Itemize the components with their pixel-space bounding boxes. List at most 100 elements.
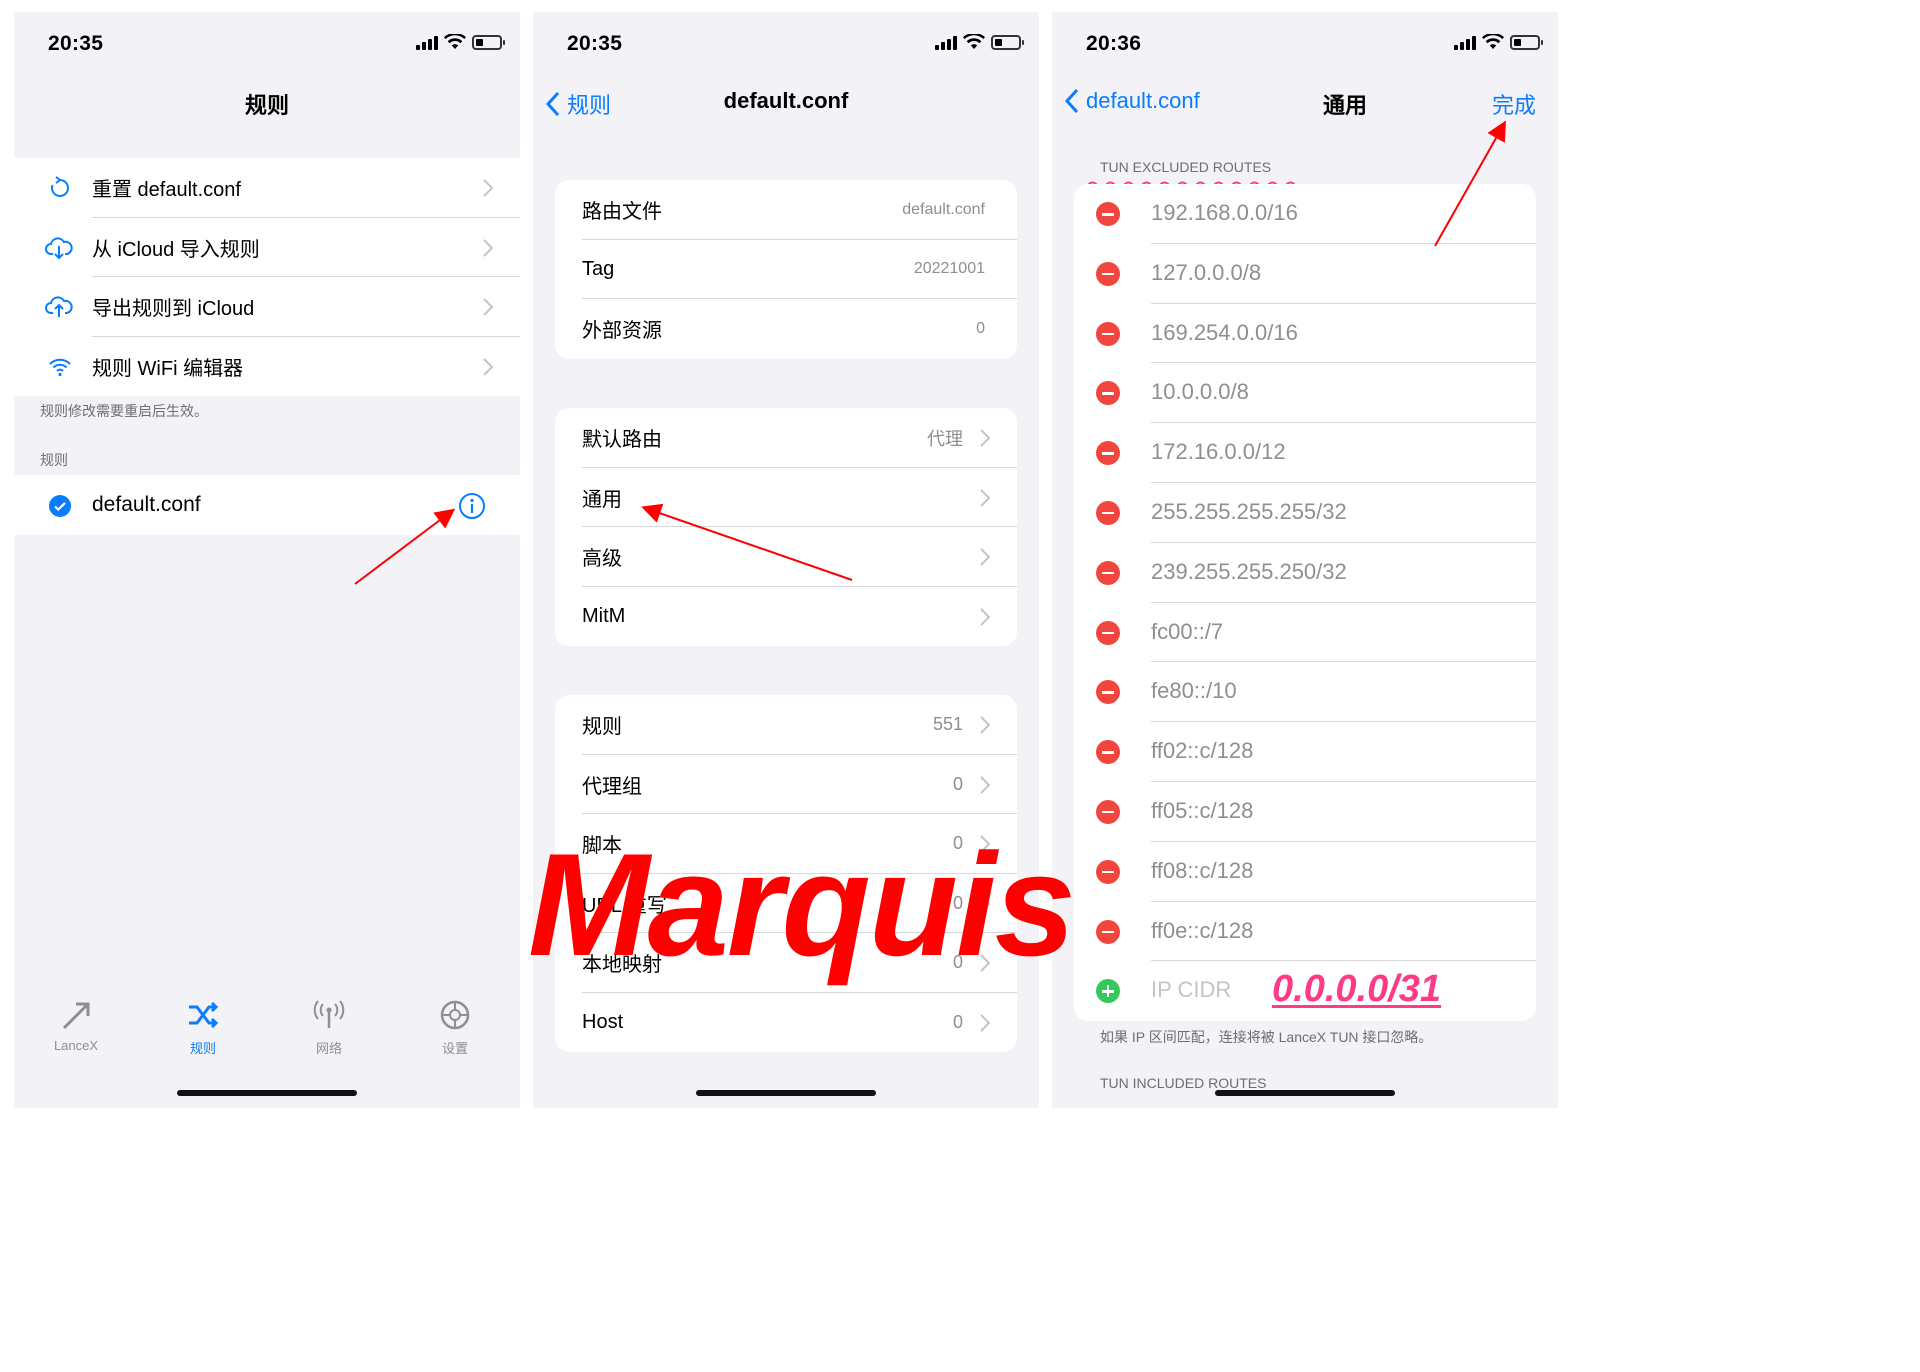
tab-settings[interactable]: 设置 xyxy=(415,998,495,1057)
default-route-row[interactable]: 默认路由 代理 xyxy=(555,408,1017,468)
battery-icon xyxy=(472,35,505,50)
route-file-row: 路由文件 default.conf xyxy=(555,180,1017,240)
route-ip: 255.255.255.255/32 xyxy=(1151,498,1347,524)
excluded-routes-header: TUN EXCLUDED ROUTES xyxy=(1100,159,1272,175)
tag-row: Tag 20221001 xyxy=(555,240,1017,299)
remove-circle-icon[interactable] xyxy=(1096,261,1120,286)
excluded-route-row[interactable]: ff0e::c/128 xyxy=(1074,902,1536,962)
done-button[interactable]: 完成 xyxy=(1492,88,1536,120)
rules-screen: 20:35 规则 重置 default.conf 从 iCloud 导入规则 导… xyxy=(14,12,520,1108)
remove-circle-icon[interactable] xyxy=(1096,919,1120,944)
remove-circle-icon[interactable] xyxy=(1096,620,1120,645)
route-ip: 169.254.0.0/16 xyxy=(1151,319,1298,345)
ip-cidr-input[interactable]: IP CIDR xyxy=(1151,977,1231,1003)
remove-circle-icon[interactable] xyxy=(1096,740,1120,765)
status-time: 20:36 xyxy=(1086,32,1142,55)
excluded-route-row[interactable]: 127.0.0.0/8 xyxy=(1074,244,1536,304)
chevron-right-icon xyxy=(980,548,991,566)
cellular-signal-icon xyxy=(935,36,957,50)
general-row[interactable]: 通用 xyxy=(555,468,1017,527)
wifi-editor-row[interactable]: 规则 WiFi 编辑器 xyxy=(14,337,520,397)
excluded-route-row[interactable]: 239.255.255.250/32 xyxy=(1074,543,1536,603)
chevron-right-icon xyxy=(980,1013,991,1032)
excluded-route-row[interactable]: fe80::/10 xyxy=(1074,662,1536,723)
wifi-status-icon xyxy=(963,34,985,49)
chevron-right-icon xyxy=(980,488,991,507)
watermark: Marquis xyxy=(528,823,1076,986)
gear-icon xyxy=(440,1000,470,1030)
excluded-route-row[interactable]: 172.16.0.0/12 xyxy=(1074,423,1536,483)
excluded-route-row[interactable]: 255.255.255.255/32 xyxy=(1074,483,1536,543)
tab-network[interactable]: 网络 xyxy=(289,998,369,1057)
excluded-route-row[interactable]: fc00::/7 xyxy=(1074,603,1536,663)
route-ip: 239.255.255.250/32 xyxy=(1151,558,1347,584)
route-ip: 192.168.0.0/16 xyxy=(1151,200,1298,225)
excluded-routes-note: 如果 IP 区间匹配，连接将被 LanceX TUN 接口忽略。 xyxy=(1100,1029,1433,1045)
remove-circle-icon[interactable] xyxy=(1096,202,1120,226)
battery-icon xyxy=(991,35,1024,50)
file-info-group: 路由文件 default.conf Tag 20221001 外部资源 0 xyxy=(555,180,1017,359)
shuffle-icon xyxy=(189,1001,219,1029)
excluded-route-row[interactable]: 169.254.0.0/16 xyxy=(1074,304,1536,364)
remove-circle-icon[interactable] xyxy=(1096,859,1120,884)
refresh-icon xyxy=(51,176,69,197)
excluded-route-row[interactable]: ff02::c/128 xyxy=(1074,722,1536,782)
reset-config-row[interactable]: 重置 default.conf xyxy=(14,158,520,218)
advanced-row[interactable]: 高级 xyxy=(555,527,1017,587)
chevron-right-icon xyxy=(483,357,494,376)
status-bar: 20:35 xyxy=(533,12,1039,74)
chevron-right-icon xyxy=(483,179,494,197)
cidr-annotation: 0.0.0.0/31 xyxy=(1272,968,1442,1010)
excluded-route-row[interactable]: ff05::c/128 xyxy=(1074,782,1536,842)
actions-list: 重置 default.conf 从 iCloud 导入规则 导出规则到 iClo… xyxy=(14,158,520,396)
general-settings-screen: 20:36 default.conf 通用 完成 TUN EXCLUDED RO… xyxy=(1052,12,1558,1108)
mitm-row[interactable]: MitM xyxy=(555,587,1017,647)
excluded-routes-list: 192.168.0.0/16 127.0.0.0/8 169.254.0.0/16 1… xyxy=(1074,184,1536,1022)
add-circle-icon[interactable] xyxy=(1096,979,1120,1004)
page-title: default.conf xyxy=(723,88,849,113)
export-icloud-row[interactable]: 导出规则到 iCloud xyxy=(14,277,520,337)
excluded-route-row[interactable]: 192.168.0.0/16 xyxy=(1074,184,1536,244)
nav-bar: 规则 default.conf xyxy=(533,74,1039,130)
nav-bar: default.conf 通用 完成 xyxy=(1052,74,1558,130)
info-icon[interactable] xyxy=(458,492,486,520)
config-row-default[interactable]: default.conf xyxy=(14,475,520,535)
wifi-status-icon xyxy=(1482,34,1504,49)
remove-circle-icon[interactable] xyxy=(1096,799,1120,824)
wifi-status-icon xyxy=(444,34,466,49)
status-bar: 20:35 xyxy=(14,12,520,74)
remove-circle-icon[interactable] xyxy=(1096,321,1120,346)
route-ip: ff0e::c/128 xyxy=(1151,917,1254,943)
home-indicator xyxy=(177,1090,357,1096)
chevron-right-icon xyxy=(980,775,991,794)
remove-circle-icon[interactable] xyxy=(1096,441,1120,466)
cellular-signal-icon xyxy=(416,36,438,50)
host-row[interactable]: Host 0 xyxy=(555,993,1017,1053)
excluded-route-row[interactable]: 10.0.0.0/8 xyxy=(1074,363,1536,424)
tab-lancex[interactable]: LanceX xyxy=(36,998,116,1053)
remove-circle-icon[interactable] xyxy=(1096,560,1120,585)
action-label: 重置 default.conf xyxy=(92,179,241,202)
remove-circle-icon[interactable] xyxy=(1096,381,1120,406)
tab-rules[interactable]: 规则 xyxy=(163,998,243,1057)
remove-circle-icon[interactable] xyxy=(1096,500,1120,525)
nav-bar: 规则 xyxy=(14,74,520,130)
rules-row[interactable]: 规则 551 xyxy=(555,695,1017,755)
chevron-right-icon xyxy=(980,716,991,734)
proxy-group-row[interactable]: 代理组 0 xyxy=(555,755,1017,814)
tab-bar: LanceX 规则 网络 设置 xyxy=(14,986,520,1108)
chevron-right-icon xyxy=(980,607,991,626)
wifi-icon xyxy=(49,358,71,376)
home-indicator xyxy=(1215,1090,1395,1096)
battery-icon xyxy=(1510,35,1543,50)
config-list: default.conf xyxy=(14,475,520,535)
antenna-icon xyxy=(313,1000,345,1028)
import-icloud-row[interactable]: 从 iCloud 导入规则 xyxy=(14,218,520,277)
status-bar: 20:36 xyxy=(1052,12,1558,74)
action-label: 导出规则到 iCloud xyxy=(92,298,255,321)
excluded-route-row[interactable]: ff08::c/128 xyxy=(1074,842,1536,902)
page-title: 规则 xyxy=(244,93,289,118)
external-resources-row: 外部资源 0 xyxy=(582,319,985,343)
remove-circle-icon[interactable] xyxy=(1096,680,1120,705)
status-time: 20:35 xyxy=(48,32,104,55)
